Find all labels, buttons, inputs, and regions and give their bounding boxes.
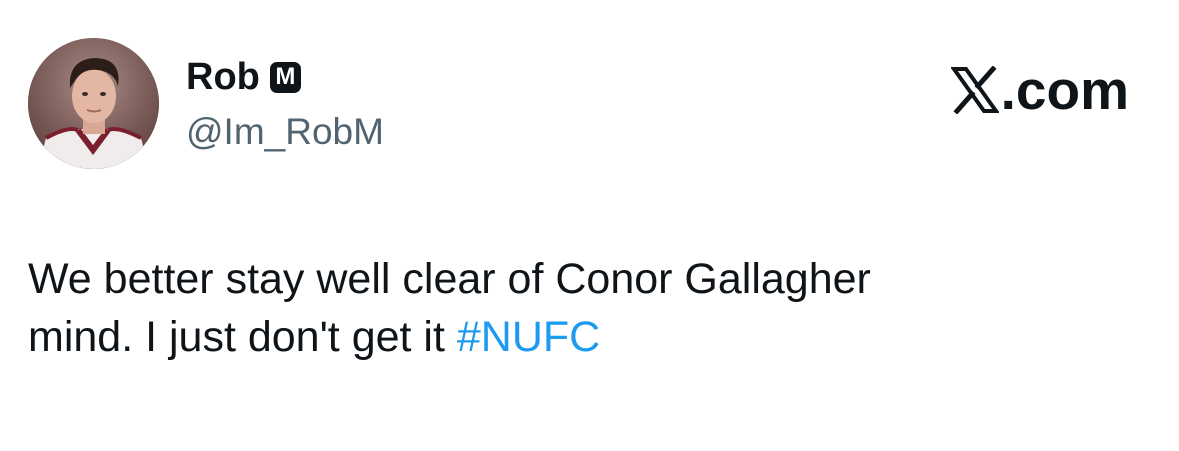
x-brand-watermark: .com — [950, 59, 1129, 121]
tweet-text: We better stay well clear of Conor Galla… — [28, 250, 1148, 366]
x-logo-icon — [950, 66, 999, 114]
brand-suffix: .com — [1000, 59, 1129, 121]
author-name-row[interactable]: Rob M — [186, 55, 301, 99]
tweet-line-2-text: mind. I just don't get it — [28, 313, 457, 361]
author-handle[interactable]: @Im_RobM — [186, 110, 384, 154]
avatar-image — [28, 38, 159, 169]
avatar[interactable] — [28, 38, 159, 169]
tweet-line-1: We better stay well clear of Conor Galla… — [28, 255, 871, 303]
tweet-line-2: mind. I just don't get it #NUFC — [28, 308, 1148, 366]
author-display-name[interactable]: Rob — [186, 55, 260, 99]
hashtag-link[interactable]: #NUFC — [457, 313, 600, 361]
m-badge-icon: M — [269, 61, 301, 93]
